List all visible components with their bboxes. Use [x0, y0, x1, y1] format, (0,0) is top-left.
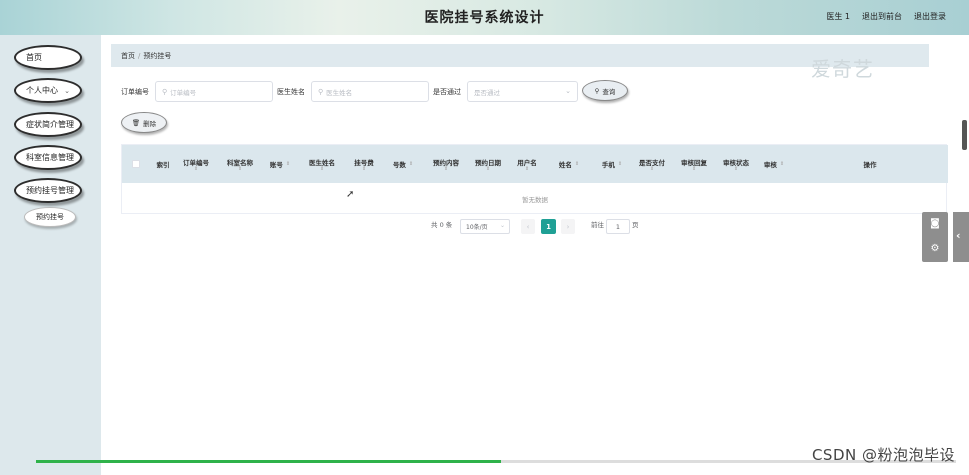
column-header-paid[interactable]: 是否支付 ⇕: [634, 145, 670, 183]
sidebar-item-label: 预约挂号管理: [26, 186, 74, 195]
appointment-table: 索引 订单编号 ⇕ 科室名称 ⇕ 账号 ⇕ 医生姓名 ⇕ 挂号费 ⇕ 号数 ⇕ 预约内容 ⇕ …: [121, 144, 948, 214]
column-header-actions: 操作: [863, 161, 877, 169]
sort-icon: ⇕: [691, 165, 697, 172]
chevron-left-icon: ‹: [956, 229, 961, 242]
sidebar-item-personal-center[interactable]: 个人中心 ⌄: [14, 78, 82, 103]
column-header-review[interactable]: 审核 ⇕: [758, 145, 790, 183]
approved-select[interactable]: 是否通过 ⌄: [467, 81, 578, 102]
sort-icon: ⇕: [779, 160, 785, 167]
breadcrumb-current: 预约挂号: [143, 52, 172, 60]
app-title: 医院挂号系统设计: [424, 10, 545, 26]
sidebar-item-symptoms[interactable]: 症状简介管理: [14, 112, 82, 137]
doctor-name-input[interactable]: ⚲ 医生姓名: [311, 81, 429, 102]
sidebar: 首页 个人中心 ⌄ 症状简介管理 科室信息管理 预约挂号管理 预约挂号: [0, 35, 101, 475]
breadcrumb: 首页 / 预约挂号: [121, 51, 171, 61]
column-header-review-reply[interactable]: 审核回复 ⇕: [676, 145, 712, 183]
column-header-name[interactable]: 姓名 ⇕: [552, 145, 586, 183]
column-header-fee[interactable]: 挂号费 ⇕: [350, 145, 378, 183]
trash-icon: 🗑: [131, 118, 141, 127]
sort-icon: ⇕: [574, 160, 580, 167]
csdn-watermark: CSDN @粉泡泡毕设: [811, 446, 955, 464]
floating-toolbar: ◙ ⚙: [922, 212, 948, 262]
column-header-account[interactable]: 账号 ⇕: [264, 145, 296, 183]
delete-button[interactable]: 🗑 删除: [121, 112, 167, 133]
search-icon: ⚲: [162, 87, 168, 96]
goto-page-input[interactable]: 1: [606, 219, 630, 234]
sort-icon: ⇕: [285, 160, 291, 167]
approved-label: 是否通过: [433, 88, 461, 96]
sort-icon: ⇕: [237, 165, 243, 172]
order-no-label: 订单编号: [121, 88, 149, 96]
column-header-order-no[interactable]: 订单编号 ⇕: [178, 145, 214, 183]
sort-icon: ⇕: [361, 165, 367, 172]
top-header: 医院挂号系统设计 医生 1 退出到前台 退出登录: [0, 0, 969, 35]
sort-icon: ⇕: [649, 165, 655, 172]
main-content: 首页 / 预约挂号 爱奇艺 订单编号 ⚲ 订单编号 医生姓名 ⚲ 医生姓名 是否通过 是…: [101, 35, 969, 475]
breadcrumb-bar: 首页 / 预约挂号 爱奇艺: [111, 44, 929, 81]
sort-icon: ⇕: [319, 165, 325, 172]
order-no-input[interactable]: ⚲ 订单编号: [155, 81, 273, 102]
doctor-name-label: 医生姓名: [277, 88, 305, 96]
video-progress-bar: [36, 460, 501, 463]
sidebar-item-label: 首页: [26, 53, 42, 62]
column-header-department[interactable]: 科室名称 ⇕: [222, 145, 258, 183]
breadcrumb-separator: /: [138, 52, 141, 60]
chevron-right-icon: ›: [566, 222, 570, 231]
back-to-frontend-link[interactable]: 退出到前台: [862, 11, 902, 22]
sort-icon: ⇕: [443, 165, 449, 172]
column-header-phone[interactable]: 手机 ⇕: [594, 145, 630, 183]
sidebar-item-appointments[interactable]: 预约挂号管理: [14, 178, 82, 203]
sidebar-item-home[interactable]: 首页: [14, 45, 82, 70]
select-all-checkbox[interactable]: [132, 160, 140, 168]
goto-label: 前往: [591, 221, 604, 229]
sort-icon: ⇕: [408, 160, 414, 167]
current-user: 医生 1: [826, 12, 850, 21]
header-actions: 医生 1 退出到前台 退出登录: [826, 11, 946, 22]
search-icon: ⚲: [318, 87, 324, 96]
logout-link[interactable]: 退出登录: [914, 11, 946, 22]
breadcrumb-home[interactable]: 首页: [121, 52, 135, 60]
sidebar-item-label: 症状简介管理: [26, 120, 74, 129]
settings-icon[interactable]: ⚙: [929, 243, 941, 255]
page-number-current[interactable]: 1: [541, 219, 556, 234]
chevron-down-icon: ⌄: [565, 87, 571, 95]
sidebar-subitem-appointment[interactable]: 预约挂号: [24, 207, 76, 227]
column-header-review-status[interactable]: 审核状态 ⇕: [718, 145, 754, 183]
column-header-date[interactable]: 预约日期 ⇕: [470, 145, 506, 183]
next-page-button[interactable]: ›: [561, 219, 575, 234]
search-icon: ⚲: [594, 86, 600, 95]
prev-page-button[interactable]: ‹: [521, 219, 535, 234]
table-header: 索引 订单编号 ⇕ 科室名称 ⇕ 账号 ⇕ 医生姓名 ⇕ 挂号费 ⇕ 号数 ⇕ 预约内容 ⇕ …: [122, 145, 948, 183]
sidebar-item-label: 科室信息管理: [26, 153, 74, 162]
column-header-index[interactable]: 索引: [150, 145, 176, 183]
sort-icon: ⇕: [485, 165, 491, 172]
query-button[interactable]: ⚲ 查询: [582, 80, 628, 101]
table-empty-text: 暂无数据: [522, 196, 548, 204]
column-header-doctor-name[interactable]: 医生姓名 ⇕: [304, 145, 340, 183]
sidebar-item-label: 个人中心: [26, 86, 58, 95]
chevron-down-icon: ⌄: [64, 87, 70, 95]
watermark-logo: 爱奇艺: [811, 57, 874, 81]
sort-icon: ⇕: [733, 165, 739, 172]
column-header-content[interactable]: 预约内容 ⇕: [428, 145, 464, 183]
mouse-cursor-icon: ➚: [346, 189, 355, 200]
column-header-number[interactable]: 号数 ⇕: [386, 145, 420, 183]
sidebar-item-departments[interactable]: 科室信息管理: [14, 145, 82, 170]
side-collapse-button[interactable]: ‹: [953, 212, 969, 262]
sort-icon: ⇕: [617, 160, 623, 167]
sort-icon: ⇕: [524, 165, 530, 172]
pagination-total: 共 0 条: [431, 221, 453, 229]
camera-icon[interactable]: ◙: [929, 218, 941, 230]
chevron-down-icon: ⌄: [499, 222, 505, 229]
chevron-left-icon: ‹: [526, 222, 530, 231]
column-header-username[interactable]: 用户名 ⇕: [512, 145, 542, 183]
sort-icon: ⇕: [193, 165, 199, 172]
page-unit-label: 页: [632, 221, 639, 229]
scrollbar[interactable]: [962, 120, 967, 150]
page-size-select[interactable]: 10条/页 ⌄: [460, 219, 510, 234]
